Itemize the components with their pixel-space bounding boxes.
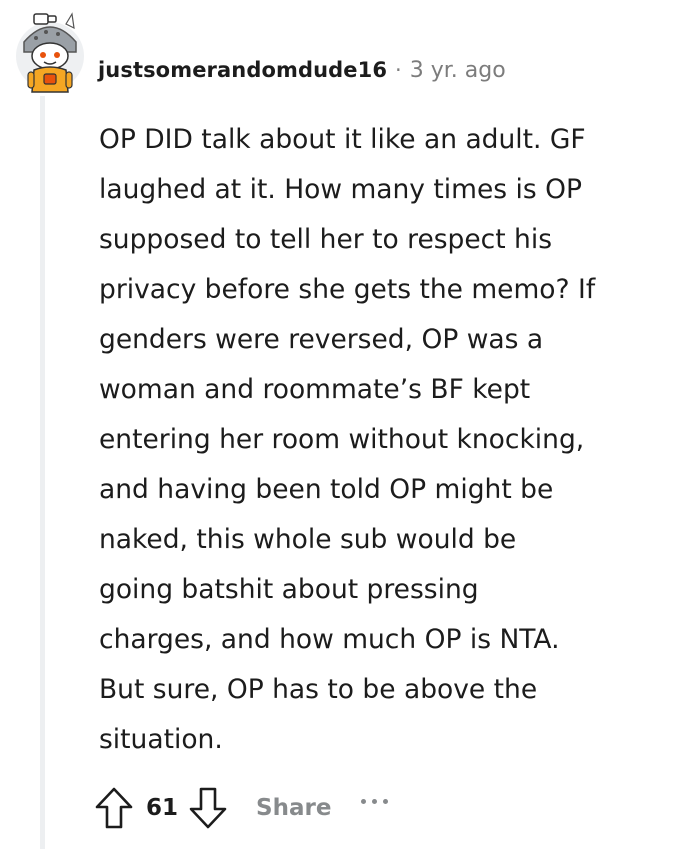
comment-line: naked, this whole sub would be bbox=[99, 524, 517, 555]
ellipsis-dot bbox=[372, 798, 378, 804]
meta-separator: · bbox=[395, 58, 402, 82]
comment-line: privacy before she gets the memo? If bbox=[99, 274, 596, 305]
arrow-down-outline-icon bbox=[189, 787, 227, 829]
username-link[interactable]: justsomerandomdude16 bbox=[98, 58, 387, 82]
comment-line: situation. bbox=[99, 724, 223, 755]
comment-line: and having been told OP might be bbox=[99, 474, 554, 505]
comment-body: OP DID talk about it like an adult. GF l… bbox=[99, 115, 689, 765]
comment-line: laughed at it. How many times is OP bbox=[99, 174, 582, 205]
comment-line: entering her room without knocking, bbox=[99, 424, 585, 455]
snoo-avatar-icon bbox=[16, 12, 84, 93]
arrow-up-outline-icon bbox=[95, 787, 133, 829]
comment-line: But sure, OP has to be above the bbox=[99, 674, 538, 705]
comment-actions: 61 Share bbox=[92, 783, 389, 833]
vote-score: 61 bbox=[146, 795, 179, 821]
ellipsis-dot bbox=[361, 798, 367, 804]
downvote-button[interactable] bbox=[186, 783, 230, 833]
comment-line: OP DID talk about it like an adult. GF bbox=[99, 124, 586, 155]
comment-line: charges, and how much OP is NTA. bbox=[99, 624, 560, 655]
comment-line: genders were reversed, OP was a bbox=[99, 324, 544, 355]
ellipsis-dot bbox=[383, 798, 389, 804]
share-button[interactable]: Share bbox=[256, 795, 331, 821]
thread-line[interactable] bbox=[40, 96, 45, 849]
comment-line: woman and roommate’s BF kept bbox=[99, 374, 531, 405]
comment-line: supposed to tell her to respect his bbox=[99, 224, 553, 255]
upvote-button[interactable] bbox=[92, 783, 136, 833]
comment-timestamp[interactable]: 3 yr. ago bbox=[410, 58, 506, 83]
user-avatar[interactable] bbox=[14, 8, 86, 98]
more-options-button[interactable] bbox=[361, 783, 389, 833]
comment-header: justsomerandomdude16 · 3 yr. ago bbox=[98, 52, 506, 88]
comment-line: going batshit about pressing bbox=[99, 574, 479, 605]
